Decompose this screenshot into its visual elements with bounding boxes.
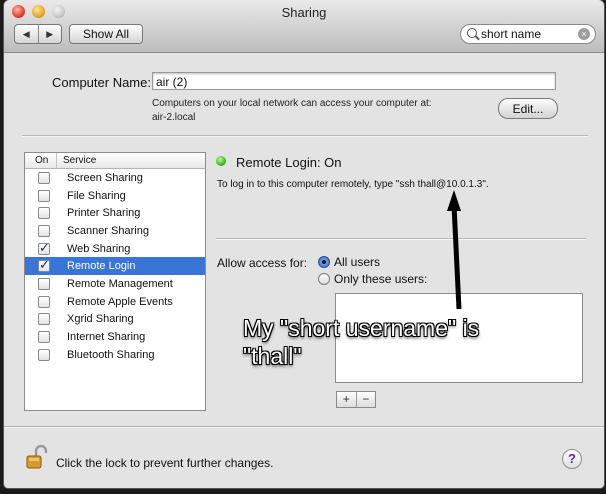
annotation-line2: "thall" [243,343,302,369]
annotation-line1: My "short username" is [243,315,480,341]
annotation-arrow-icon [447,190,462,310]
annotation-text: My "short username" is "thall" [243,314,479,370]
